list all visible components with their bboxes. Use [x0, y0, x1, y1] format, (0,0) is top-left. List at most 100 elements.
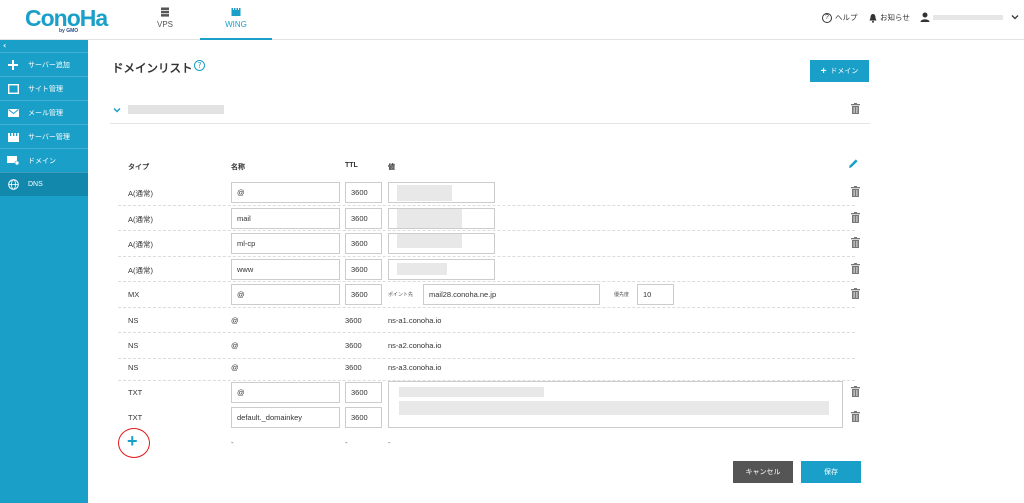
pencil-icon[interactable]	[848, 158, 859, 169]
server-icon	[161, 7, 169, 17]
record-name: @	[231, 363, 239, 372]
add-domain-button[interactable]: + ドメイン	[810, 60, 869, 82]
mx-target-input[interactable]: mail28.conoha.ne.jp	[423, 284, 600, 305]
record-type: MX	[128, 290, 140, 299]
record-name-input[interactable]: @	[231, 382, 340, 403]
trash-icon[interactable]	[851, 211, 860, 223]
record-value: ns-a2.conoha.io	[388, 341, 442, 350]
record-type: NS	[128, 341, 139, 350]
record-ttl-input[interactable]: 3600	[345, 258, 382, 280]
trash-icon[interactable]	[851, 103, 860, 114]
page-title: ドメインリスト	[112, 63, 193, 75]
record-ttl-input[interactable]: 3600	[345, 207, 382, 229]
trash-icon[interactable]	[851, 411, 860, 422]
collapse-sidebar-icon[interactable]: ‹	[3, 41, 6, 50]
record-value-input[interactable]	[388, 207, 495, 229]
record-value-input[interactable]	[388, 233, 495, 254]
user-menu[interactable]	[920, 12, 1019, 22]
add-record-button[interactable]: +	[118, 428, 150, 458]
redacted-value	[397, 262, 447, 275]
notice-link[interactable]: お知らせ	[868, 12, 910, 23]
site-icon	[6, 83, 20, 95]
column-header-value: 値	[388, 164, 395, 171]
logo-sub: by GMO	[59, 28, 79, 34]
record-name-input[interactable]: www	[231, 258, 340, 280]
mx-priority-label: 優先度	[614, 292, 630, 298]
sidebar-item-label: サーバー追加	[28, 61, 70, 69]
sidebar-item-site[interactable]: サイト管理	[0, 76, 88, 100]
record-name-input[interactable]: default._domainkey	[231, 407, 340, 428]
sidebar-item-server-manage[interactable]: サーバー管理	[0, 124, 88, 148]
domain-name-redacted	[128, 105, 224, 114]
record-ttl: 3600	[345, 363, 362, 372]
trash-icon[interactable]	[851, 288, 860, 299]
chevron-down-icon[interactable]	[113, 107, 121, 113]
record-type: A(通常)	[128, 214, 153, 224]
domain-icon	[6, 155, 20, 167]
tab-vps[interactable]: VPS	[130, 0, 200, 40]
cancel-button[interactable]: キャンセル	[733, 461, 793, 483]
tab-wing[interactable]: WING	[200, 0, 272, 40]
record-type: NS	[128, 315, 139, 325]
sidebar-item-mail[interactable]: メール管理	[0, 100, 88, 124]
plus-icon	[6, 59, 20, 71]
record-ttl: 3600	[345, 315, 362, 325]
sidebar-item-label: ドメイン	[28, 157, 56, 165]
wing-icon	[231, 7, 241, 16]
notice-label: お知らせ	[880, 13, 910, 22]
help-circle-icon[interactable]: ?	[194, 60, 205, 71]
mx-priority-input[interactable]: 10	[637, 284, 674, 305]
record-ttl-input[interactable]: 3600	[345, 382, 382, 403]
table-row: A(通常) @ 3600	[118, 180, 860, 206]
redacted-value	[397, 185, 452, 201]
record-type: TXT	[128, 413, 143, 422]
record-name-input[interactable]: ml-cp	[231, 233, 340, 254]
help-link[interactable]: ? ヘルプ	[822, 12, 858, 23]
mx-point-label: ポイント先	[388, 292, 414, 298]
record-value-input[interactable]	[388, 182, 495, 203]
redacted-value	[397, 234, 462, 248]
plus-icon: +	[820, 65, 827, 77]
record-name-input[interactable]: @	[231, 284, 340, 305]
record-ttl-input[interactable]: 3600	[345, 182, 382, 203]
add-domain-label: ドメイン	[830, 68, 859, 75]
new-record-value: -	[388, 439, 391, 447]
new-record-ttl: -	[345, 439, 348, 447]
domain-row[interactable]	[110, 100, 870, 124]
trash-icon[interactable]	[851, 186, 860, 197]
table-row: MX @ 3600 ポイント先 mail28.conoha.ne.jp 優先度 …	[118, 282, 860, 308]
help-label: ヘルプ	[835, 13, 858, 22]
sidebar-item-domain[interactable]: ドメイン	[0, 148, 88, 172]
top-header: ConoHa by GMO VPS WING ? ヘルプ お知らせ	[0, 0, 1024, 40]
sidebar-item-dns[interactable]: DNS	[0, 172, 88, 196]
conoha-logo[interactable]: ConoHa by GMO	[25, 5, 108, 34]
record-name-input[interactable]: @	[231, 182, 340, 203]
trash-icon[interactable]	[851, 262, 860, 274]
record-type: A(通常)	[128, 240, 153, 249]
record-name: @	[231, 341, 239, 350]
record-ttl-input[interactable]: 3600	[345, 284, 382, 305]
globe-icon	[6, 179, 20, 191]
help-icon: ?	[822, 12, 832, 23]
record-value-input[interactable]	[388, 258, 495, 280]
sidebar-item-label: DNS	[28, 181, 43, 188]
trash-icon[interactable]	[851, 237, 860, 248]
sidebar-item-label: メール管理	[28, 109, 63, 117]
table-row: A(通常) mail 3600	[118, 206, 860, 231]
table-row: TXT @ 3600	[118, 380, 860, 406]
table-row: TXT default._domainkey 3600	[118, 405, 860, 431]
column-header-name: 名称	[231, 164, 245, 171]
record-name-input[interactable]: mail	[231, 207, 340, 229]
record-ttl-input[interactable]: 3600	[345, 233, 382, 254]
record-value: ns-a3.conoha.io	[388, 363, 442, 372]
chevron-down-icon	[1011, 15, 1019, 20]
plus-icon: +	[127, 431, 138, 451]
save-button[interactable]: 保存	[801, 461, 861, 483]
table-row: A(通常) ml-cp 3600	[118, 231, 860, 257]
bell-icon	[869, 13, 877, 23]
sidebar-item-label: サーバー管理	[28, 133, 70, 141]
tab-wing-label: WING	[225, 20, 247, 29]
record-ttl-input[interactable]: 3600	[345, 407, 382, 428]
sidebar-item-add-server[interactable]: サーバー追加	[0, 52, 88, 76]
trash-icon[interactable]	[851, 386, 860, 397]
